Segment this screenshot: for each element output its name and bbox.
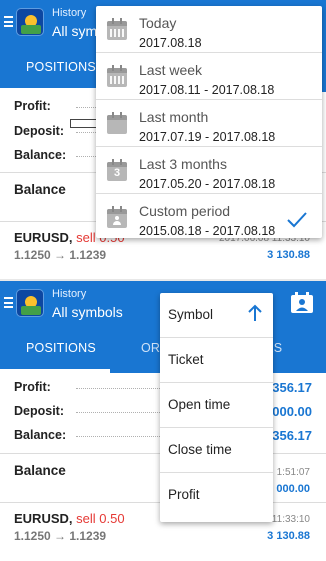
checkmark-icon <box>287 212 307 228</box>
deposit-value: 000.00 <box>272 404 312 419</box>
sort-label: Close time <box>168 442 232 457</box>
balance-amount: 000.00 <box>276 483 310 495</box>
deal-side: sell 0.50 <box>76 511 125 526</box>
tab-positions[interactable]: POSITIONS <box>26 60 96 74</box>
deposit-label: Deposit: <box>14 404 64 418</box>
balance-section-label: Balance <box>14 463 66 478</box>
balance-section-label: Balance <box>14 182 66 197</box>
profit-label: Profit: <box>14 380 51 394</box>
sort-label: Symbol <box>168 307 214 322</box>
sort-by-symbol[interactable]: Symbol <box>160 293 273 337</box>
sort-by-close-time[interactable]: Close time <box>160 428 273 472</box>
tab-positions[interactable]: POSITIONS <box>26 341 96 355</box>
tab-indicator <box>0 369 110 373</box>
app-title: History <box>52 7 87 19</box>
sort-by-profit[interactable]: Profit <box>160 473 273 517</box>
deal-prices: 1.1250 → 1.1239 <box>14 529 107 543</box>
period-last-3-months[interactable]: 3 Last 3 months 2017.05.20 - 2017.08.18 <box>96 147 322 193</box>
sort-label: Ticket <box>168 352 204 367</box>
app-logo-icon <box>16 289 44 317</box>
tab-indicator <box>0 88 110 92</box>
deal-symbol-name: EURUSD, <box>14 511 73 526</box>
period-dates: 2017.05.20 - 2017.08.18 <box>139 177 276 191</box>
period-dates: 2017.07.19 - 2017.08.18 <box>139 130 276 144</box>
calendar-badge: 3 <box>113 167 121 179</box>
deal-symbol-name: EURUSD, <box>14 230 73 245</box>
history-screen-period-menu: History All symb POSITIONS Profit: Depos… <box>0 0 326 280</box>
period-last-month[interactable]: Last month 2017.07.19 - 2017.08.18 <box>96 100 322 146</box>
period-dates: 2017.08.18 <box>139 36 202 50</box>
period-last-week[interactable]: Last week 2017.08.11 - 2017.08.18 <box>96 53 322 99</box>
balance-label: Balance: <box>14 148 67 162</box>
period-menu: Today 2017.08.18 Last week 2017.08.11 - … <box>96 6 322 238</box>
calendar-person-icon[interactable] <box>290 292 314 314</box>
sort-by-ticket[interactable]: Ticket <box>160 338 273 382</box>
calendar-person-icon <box>107 206 127 228</box>
calendar-icon <box>107 112 127 134</box>
deal-amount: 3 130.88 <box>267 530 310 542</box>
balance-time: 1:51:07 <box>276 467 310 478</box>
calendar-icon <box>107 18 127 40</box>
sort-label: Open time <box>168 397 231 412</box>
sort-label: Profit <box>168 487 200 502</box>
arrow-up-icon <box>248 304 262 321</box>
deal-amount: 3 130.88 <box>267 249 310 261</box>
symbol-filter[interactable]: All symbols <box>52 304 123 320</box>
period-title: Last month <box>139 109 209 125</box>
deal-prices: 1.1250 → 1.1239 <box>14 248 107 262</box>
sort-menu: Symbol Ticket Open time Close time Profi… <box>160 293 273 522</box>
deal-symbol[interactable]: EURUSD, sell 0.50 <box>14 511 125 526</box>
deposit-label: Deposit: <box>14 124 64 138</box>
period-title: Last week <box>139 62 203 78</box>
period-dates: 2015.08.18 - 2017.08.18 <box>139 224 276 238</box>
calendar-icon <box>107 65 127 87</box>
calendar-3-icon: 3 <box>107 159 127 181</box>
menu-icon[interactable] <box>4 297 13 308</box>
sort-by-open-time[interactable]: Open time <box>160 383 273 427</box>
balance-label: Balance: <box>14 428 67 442</box>
profit-value: 356.17 <box>272 380 312 395</box>
period-title: Last 3 months <box>139 156 227 172</box>
app-title: History <box>52 288 87 300</box>
profit-label: Profit: <box>14 99 51 113</box>
period-today[interactable]: Today 2017.08.18 <box>96 6 322 52</box>
period-title: Custom period <box>139 203 231 219</box>
balance-value: 356.17 <box>272 428 312 443</box>
period-dates: 2017.08.11 - 2017.08.18 <box>139 83 275 97</box>
app-logo-icon <box>16 8 44 36</box>
period-title: Today <box>139 15 177 31</box>
menu-icon[interactable] <box>4 16 13 27</box>
period-custom[interactable]: Custom period 2015.08.18 - 2017.08.18 <box>96 194 322 240</box>
history-screen-sort-menu: History All symbols POSITIONS ORD ALS Pr… <box>0 281 326 561</box>
